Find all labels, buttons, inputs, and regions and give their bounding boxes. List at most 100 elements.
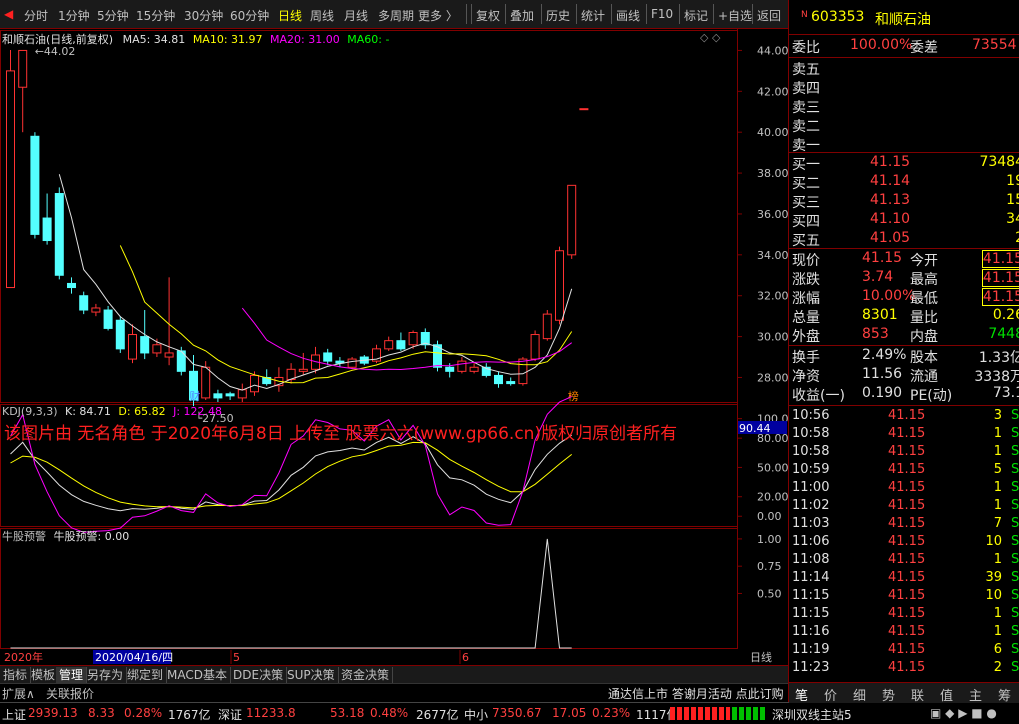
- indicator-tab-2[interactable]: 管理: [56, 667, 88, 683]
- tick-row[interactable]: 11:14 41.15 39 S: [792, 570, 1019, 589]
- quote-tab-4[interactable]: 联: [911, 685, 924, 704]
- candle[interactable]: [213, 389, 223, 402]
- quote-tab-6[interactable]: 主: [969, 685, 982, 704]
- bid-row[interactable]: 买五 41.05 2: [792, 230, 1019, 249]
- status-icons[interactable]: ▣ ◆ ▶ ■ ●: [930, 706, 997, 720]
- panel-controls[interactable]: ◇ ◇: [700, 31, 720, 44]
- tool-1[interactable]: 叠加: [510, 7, 534, 24]
- candle[interactable]: [457, 357, 467, 374]
- candle[interactable]: [542, 310, 552, 341]
- tick-row[interactable]: 11:00 41.15 1 S: [792, 480, 1019, 499]
- bid-row[interactable]: 买一 41.15 73484: [792, 154, 1019, 173]
- tool-0[interactable]: 复权: [476, 7, 500, 24]
- period-6[interactable]: 日线: [278, 7, 302, 24]
- candle[interactable]: [506, 377, 516, 386]
- expand-button[interactable]: 扩展∧: [2, 685, 35, 702]
- indicator-tab-3[interactable]: 另存为: [84, 667, 128, 683]
- candle[interactable]: [555, 246, 564, 325]
- tool-7[interactable]: +自选: [718, 7, 752, 24]
- candle[interactable]: [103, 305, 113, 331]
- candle[interactable]: [42, 193, 52, 245]
- back-arrow-icon[interactable]: ◀: [4, 7, 13, 21]
- period-3[interactable]: 15分钟: [136, 7, 175, 24]
- bid-row[interactable]: 买三 41.13 15: [792, 192, 1019, 211]
- indicator-tab-7[interactable]: SUP决策: [284, 667, 339, 683]
- tick-row[interactable]: 11:19 41.15 6 S: [792, 642, 1019, 661]
- period-8[interactable]: 月线: [344, 7, 368, 24]
- candle[interactable]: [79, 291, 89, 315]
- tick-row[interactable]: 10:59 41.15 5 S: [792, 462, 1019, 481]
- ask-row[interactable]: 卖三: [792, 97, 1018, 116]
- tick-row[interactable]: 11:06 41.15 10 S: [792, 534, 1019, 553]
- period-5[interactable]: 60分钟: [230, 7, 269, 24]
- indicator-tab-8[interactable]: 资金决策: [338, 667, 394, 683]
- candle[interactable]: [298, 352, 308, 376]
- tool-5[interactable]: F10: [651, 7, 673, 21]
- indicator-tab-1[interactable]: 模板: [28, 667, 60, 683]
- candle[interactable]: [335, 357, 345, 368]
- period-7[interactable]: 周线: [310, 7, 334, 24]
- related-quote-button[interactable]: 关联报价: [46, 685, 94, 702]
- candle[interactable]: [567, 184, 577, 259]
- rank-marker[interactable]: 榜: [568, 389, 579, 403]
- period-10[interactable]: 更多 〉: [418, 7, 458, 24]
- indicator-tab-6[interactable]: DDE决策: [230, 667, 288, 683]
- tool-8[interactable]: 返回: [757, 7, 781, 24]
- candle[interactable]: [384, 336, 394, 351]
- tick-row[interactable]: 11:02 41.15 1 S: [792, 498, 1019, 517]
- tool-2[interactable]: 历史: [546, 7, 570, 24]
- tick-row[interactable]: 11:16 41.15 1 S: [792, 624, 1019, 643]
- candle[interactable]: [274, 367, 284, 392]
- candle[interactable]: [115, 316, 125, 353]
- indicator-tab-4[interactable]: 绑定到: [124, 667, 168, 683]
- kline-chart[interactable]: 28.00 30.00 32.00 34.00 36.00 38.00 40.00 42.00…: [0, 28, 788, 665]
- tool-4[interactable]: 画线: [616, 7, 640, 24]
- ask-row[interactable]: 卖二: [792, 116, 1018, 135]
- candle[interactable]: [579, 108, 589, 111]
- bid-row[interactable]: 买四 41.10 34: [792, 211, 1019, 230]
- candle[interactable]: [237, 383, 247, 402]
- candle[interactable]: [91, 303, 101, 317]
- quote-tab-1[interactable]: 价: [824, 685, 837, 704]
- tool-3[interactable]: 统计: [581, 7, 605, 24]
- candle[interactable]: [6, 50, 15, 289]
- tick-row[interactable]: 11:15 41.15 10 S: [792, 588, 1019, 607]
- bid-row[interactable]: 买二 41.14 19: [792, 173, 1019, 192]
- candle[interactable]: [396, 332, 406, 351]
- indicator-tab-5[interactable]: MACD基本: [164, 667, 231, 683]
- candle[interactable]: [323, 348, 333, 366]
- indicator-tab-0[interactable]: 指标: [0, 667, 32, 683]
- tick-row[interactable]: 11:15 41.15 1 S: [792, 606, 1019, 625]
- quote-tab-3[interactable]: 势: [882, 685, 895, 704]
- period-2[interactable]: 5分钟: [97, 7, 129, 24]
- tick-row[interactable]: 11:03 41.15 7 S: [792, 516, 1019, 535]
- candle[interactable]: [128, 324, 137, 364]
- candle[interactable]: [30, 132, 40, 239]
- quote-tab-0[interactable]: 笔: [795, 685, 808, 704]
- tick-row[interactable]: 10:56 41.15 3 S: [792, 408, 1019, 427]
- tool-6[interactable]: 标记: [684, 7, 708, 24]
- candle[interactable]: [469, 363, 479, 374]
- candle[interactable]: [18, 49, 28, 133]
- candle[interactable]: [54, 187, 64, 280]
- period-4[interactable]: 30分钟: [184, 7, 223, 24]
- candle[interactable]: [347, 357, 357, 370]
- finance-marker[interactable]: 财: [190, 389, 201, 403]
- promo-link[interactable]: 通达信上市 答谢月活动 点此订购: [608, 685, 784, 702]
- ask-row[interactable]: 卖五: [792, 59, 1018, 78]
- tick-row[interactable]: 11:23 41.15 2 S: [792, 660, 1019, 679]
- candle[interactable]: [372, 344, 381, 364]
- tick-row[interactable]: 11:08 41.15 1 S: [792, 552, 1019, 571]
- period-0[interactable]: 分时: [24, 7, 48, 24]
- candle[interactable]: [225, 391, 235, 400]
- tick-row[interactable]: 10:58 41.15 1 S: [792, 444, 1019, 463]
- period-1[interactable]: 1分钟: [58, 7, 90, 24]
- candle[interactable]: [420, 328, 430, 349]
- candle[interactable]: [67, 277, 76, 294]
- quote-tab-5[interactable]: 值: [940, 685, 953, 704]
- quote-tab-7[interactable]: 筹: [998, 685, 1011, 704]
- ask-row[interactable]: 卖四: [792, 78, 1018, 97]
- tick-row[interactable]: 10:58 41.15 1 S: [792, 426, 1019, 445]
- period-9[interactable]: 多周期: [378, 7, 414, 24]
- candle[interactable]: [494, 371, 503, 388]
